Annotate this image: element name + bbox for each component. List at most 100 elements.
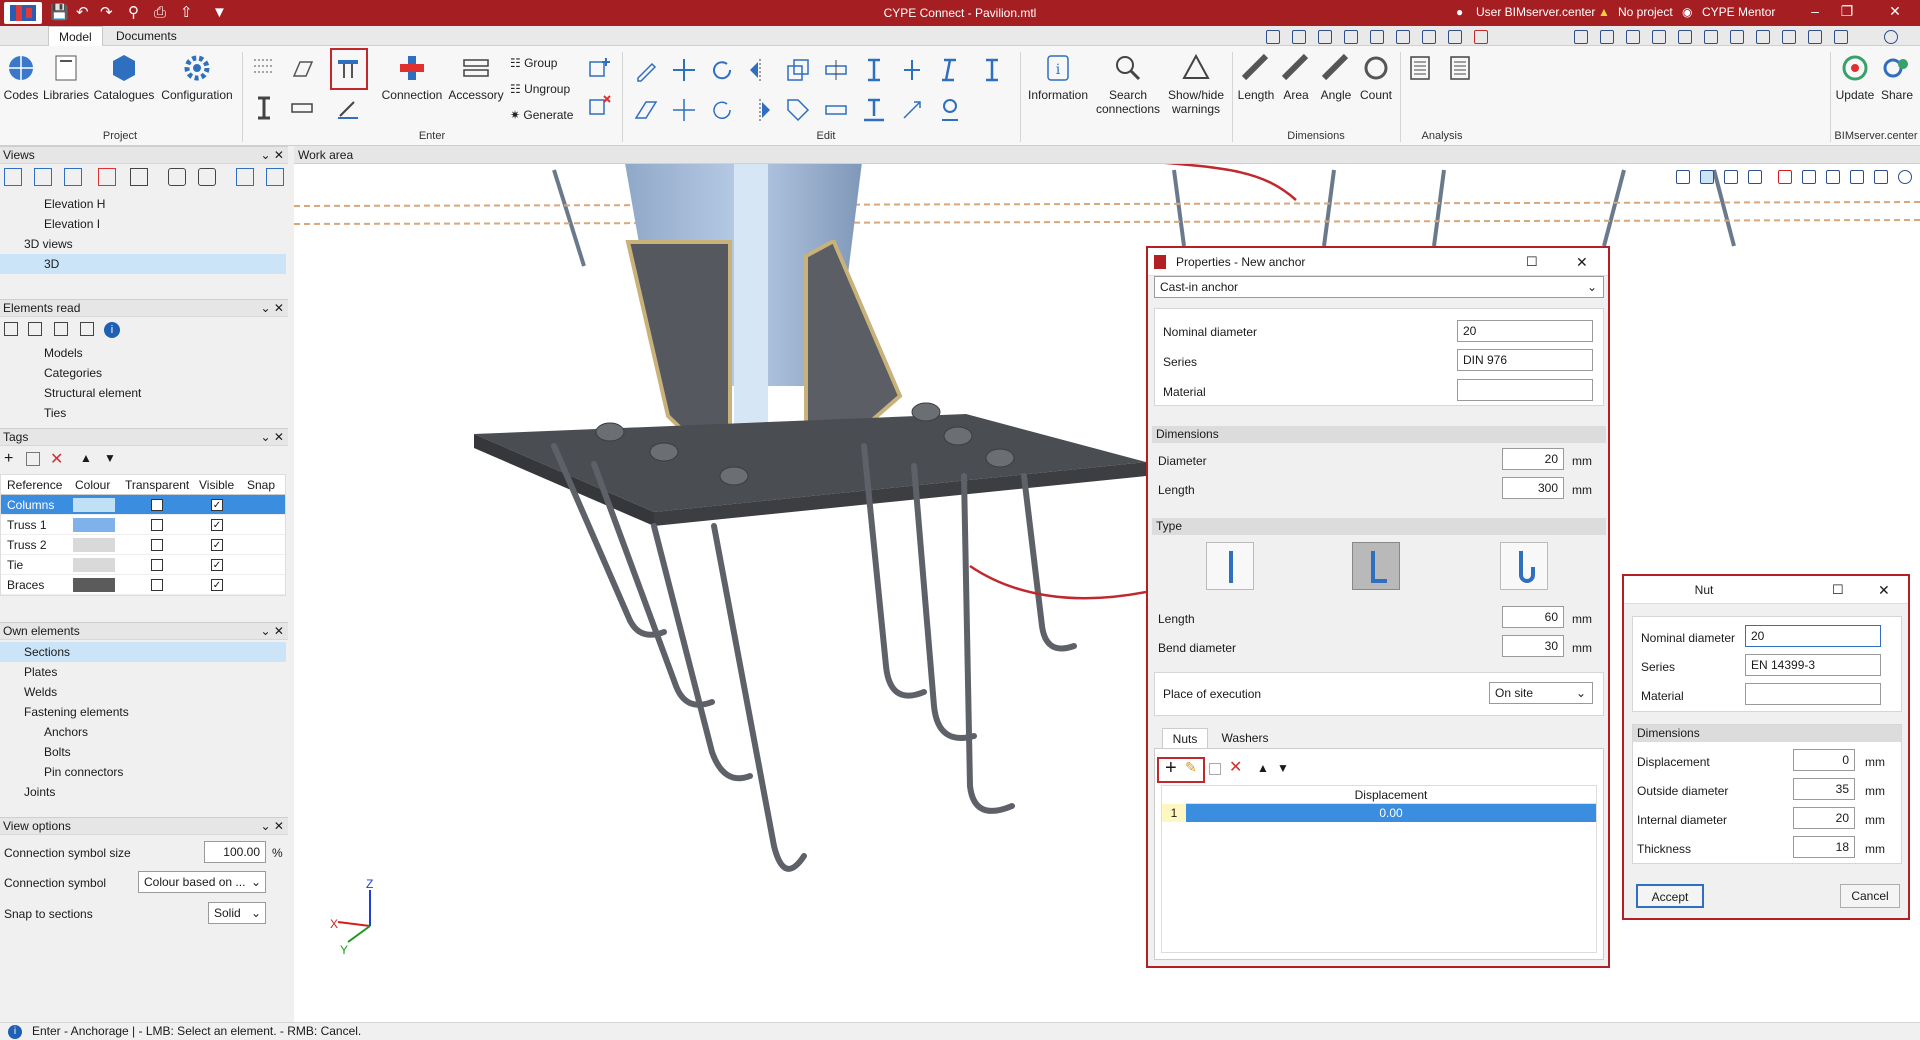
show-hide-warnings-button[interactable]: Show/hide warnings <box>1162 52 1230 116</box>
camera-settings-icon[interactable] <box>198 168 216 186</box>
move-copy-icon[interactable] <box>670 96 698 124</box>
layout-icon-6[interactable] <box>1704 30 1718 44</box>
explode-icon[interactable] <box>898 96 926 124</box>
generate-button[interactable]: ✷ Generate <box>510 108 573 122</box>
tag-transparent-checkbox[interactable] <box>151 559 163 571</box>
tag-visible-checkbox[interactable]: ✓ <box>211 559 223 571</box>
views-panel-controls[interactable]: ⌄ ✕ <box>261 147 284 164</box>
view-icon-4[interactable] <box>1344 30 1358 44</box>
own-panel-controls[interactable]: ⌄ ✕ <box>261 623 284 640</box>
libraries-button[interactable]: Libraries <box>42 52 90 102</box>
tag-transparent-checkbox[interactable] <box>151 539 163 551</box>
tag-visible-checkbox[interactable]: ✓ <box>211 519 223 531</box>
tag-colour-swatch[interactable] <box>73 558 115 572</box>
stretch-icon[interactable] <box>632 96 660 124</box>
tag-row[interactable]: Truss 1 ✓ <box>1 515 285 535</box>
diameter-input[interactable]: 20 <box>1502 448 1564 470</box>
edit-nut-icon[interactable]: ✎ <box>1185 759 1197 776</box>
close-dialog-button[interactable]: ✕ <box>1576 248 1588 276</box>
anchor-edit-icon[interactable] <box>936 96 964 124</box>
catalogues-button[interactable]: Catalogues <box>92 52 156 102</box>
nut-nominal-diameter-input[interactable]: 20 <box>1745 625 1881 647</box>
copy-icon[interactable] <box>784 56 812 84</box>
move-down-nut-icon[interactable]: ▼ <box>1277 761 1289 775</box>
move-icon[interactable] <box>670 56 698 84</box>
elements-tool-2-icon[interactable] <box>28 322 42 336</box>
close-window-button[interactable]: ✕ <box>1880 3 1910 20</box>
nut-internal-input[interactable]: 20 <box>1793 807 1855 829</box>
group-button[interactable]: ☷ Group <box>510 56 557 70</box>
tree-item-3d-views[interactable]: 3D views <box>0 234 286 254</box>
add-element-icon[interactable] <box>586 54 614 82</box>
layout-icon-2[interactable] <box>1600 30 1614 44</box>
tree-item-joints[interactable]: Joints <box>0 782 286 802</box>
add-tag-icon[interactable]: + <box>4 450 13 468</box>
tag-visible-checkbox[interactable]: ✓ <box>211 499 223 511</box>
nominal-diameter-input[interactable]: 20 <box>1457 320 1593 342</box>
nut-thickness-input[interactable]: 18 <box>1793 836 1855 858</box>
tree-item-ties[interactable]: Ties <box>0 403 286 423</box>
nut-series-input[interactable]: EN 14399-3 <box>1745 654 1881 676</box>
split-icon[interactable] <box>822 56 850 84</box>
view-icon-1[interactable] <box>1266 30 1280 44</box>
mirror-copy-icon[interactable] <box>746 96 774 124</box>
information-button[interactable]: i Information <box>1026 52 1090 102</box>
layers-icon[interactable] <box>236 168 254 186</box>
copy-view-icon[interactable] <box>64 168 82 186</box>
camera-icon[interactable] <box>168 168 186 186</box>
tree-item-pin-connectors[interactable]: Pin connectors <box>0 762 286 782</box>
connection-button[interactable]: Connection <box>380 52 444 102</box>
layout-icon-1[interactable] <box>1574 30 1588 44</box>
tag-colour-swatch[interactable] <box>73 518 115 532</box>
tree-item-elevation-i[interactable]: Elevation I <box>0 214 286 234</box>
tree-item-plates[interactable]: Plates <box>0 662 286 682</box>
tree-item-anchors[interactable]: Anchors <box>0 722 286 742</box>
column-icon[interactable] <box>250 94 278 122</box>
filter-view-icon[interactable] <box>1874 170 1888 184</box>
configuration-button[interactable]: Configuration <box>158 52 236 102</box>
material-input[interactable] <box>1457 379 1593 401</box>
settings-view-icon[interactable] <box>1898 170 1912 184</box>
mirror-icon[interactable] <box>746 56 774 84</box>
symbol-size-input[interactable]: 100.00 <box>204 841 266 863</box>
wire-view-icon[interactable] <box>1724 170 1738 184</box>
accessory-button[interactable]: Accessory <box>446 52 506 102</box>
layout-icon-8[interactable] <box>1756 30 1770 44</box>
tag-visible-checkbox[interactable]: ✓ <box>211 539 223 551</box>
count-button[interactable]: Count <box>1356 52 1396 102</box>
tab-washers[interactable]: Washers <box>1212 728 1278 748</box>
tag-view-icon[interactable] <box>1802 170 1816 184</box>
offset-icon[interactable] <box>860 96 888 124</box>
place-select[interactable]: On site ⌄ <box>1489 682 1593 704</box>
layer-view-icon[interactable] <box>1826 170 1840 184</box>
series-input[interactable]: DIN 976 <box>1457 349 1593 371</box>
add-view-icon[interactable] <box>4 168 22 186</box>
maximize-button[interactable]: ❐ <box>1832 3 1862 20</box>
report-icon[interactable] <box>1446 54 1474 82</box>
edit-view-icon[interactable] <box>34 168 52 186</box>
layout-icon-10[interactable] <box>1808 30 1822 44</box>
trim-icon[interactable] <box>936 56 964 84</box>
box-view-icon[interactable] <box>1850 170 1864 184</box>
pan-icon[interactable] <box>1396 30 1410 44</box>
layout-icon-11[interactable] <box>1834 30 1848 44</box>
tree-item-categories[interactable]: Categories <box>0 363 286 383</box>
tab-nuts[interactable]: Nuts <box>1162 728 1208 748</box>
rotate-copy-icon[interactable] <box>708 96 736 124</box>
add-nut-icon[interactable]: + <box>1165 757 1177 779</box>
tag-transparent-checkbox[interactable] <box>151 499 163 511</box>
type-l-hook-button[interactable] <box>1352 542 1400 590</box>
elements-tool-3-icon[interactable] <box>54 322 68 336</box>
tag-visible-checkbox[interactable]: ✓ <box>211 579 223 591</box>
tags-panel-controls[interactable]: ⌄ ✕ <box>261 429 284 446</box>
minimize-button[interactable]: – <box>1800 3 1830 19</box>
type-length-input[interactable]: 60 <box>1502 606 1564 628</box>
tag-colour-swatch[interactable] <box>73 498 115 512</box>
tab-model[interactable]: Model <box>48 26 103 46</box>
move-up-nut-icon[interactable]: ▲ <box>1257 761 1269 775</box>
view-options-controls[interactable]: ⌄ ✕ <box>261 818 284 835</box>
tab-documents[interactable]: Documents <box>106 26 187 46</box>
snap-sections-select[interactable]: Solid ⌄ <box>208 902 266 924</box>
calculator-icon[interactable] <box>1406 54 1434 82</box>
view-icon-2[interactable] <box>1292 30 1306 44</box>
